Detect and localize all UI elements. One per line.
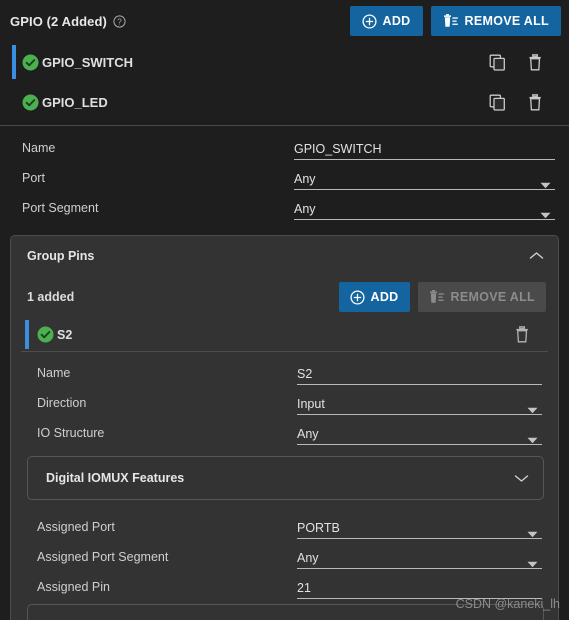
field-row-assigned-pin: Assigned Pin 21 <box>11 572 558 602</box>
field-row-io-structure: IO Structure Any <box>11 418 558 448</box>
field-label: Assigned Port Segment <box>37 550 169 564</box>
direction-select[interactable]: Input <box>297 392 542 415</box>
assigned-pin-input[interactable]: 21 <box>297 576 542 599</box>
port-select[interactable]: Any <box>294 167 555 190</box>
trash-list-icon <box>443 13 459 29</box>
panel-header: GPIO (2 Added) ? ADD REMOVE ALL <box>0 0 569 42</box>
field-row-port: Port Any <box>0 163 569 193</box>
group-pins-add-label: ADD <box>370 290 399 304</box>
plus-circle-icon <box>361 13 377 29</box>
group-pins-remove-all-label: REMOVE ALL <box>450 290 535 304</box>
gpio-configuration-panel: GPIO (2 Added) ? ADD REMOVE ALL GPIO_SWI… <box>0 0 569 620</box>
trash-icon[interactable] <box>526 93 545 112</box>
field-value: Any <box>294 171 316 186</box>
field-value: Any <box>294 201 316 216</box>
field-label: Name <box>37 366 71 380</box>
group-pins-header[interactable]: Group Pins <box>11 236 558 276</box>
trash-list-icon <box>429 289 445 305</box>
gpio-properties-form: Name GPIO_SWITCH Port Any Port Segment A… <box>0 126 569 229</box>
help-circle-icon[interactable]: ? <box>113 14 126 28</box>
list-item[interactable]: GPIO_LED <box>0 82 569 122</box>
group-pins-body: 1 added ADD REMOVE ALL S2 Name S2 Direct… <box>11 276 558 620</box>
pin-properties-form: Name S2 Direction Input IO Structure Any <box>11 352 558 450</box>
gpio-item-list: GPIO_SWITCH GPIO_LED <box>0 42 569 125</box>
list-item[interactable]: GPIO_SWITCH <box>0 42 569 82</box>
field-label: Assigned Port <box>37 520 115 534</box>
field-row-pin-name: Name S2 <box>11 358 558 388</box>
group-pins-panel: Group Pins 1 added ADD REMOVE ALL S2 Nam… <box>10 235 559 620</box>
digital-iomux-features-panel: Digital IOMUX Features <box>27 456 544 500</box>
group-pins-toolbar: 1 added ADD REMOVE ALL <box>11 276 558 318</box>
group-pins-remove-all-button[interactable]: REMOVE ALL <box>417 282 546 312</box>
copy-icon[interactable] <box>488 93 507 112</box>
trash-icon[interactable] <box>513 325 532 344</box>
field-label: Direction <box>37 396 87 410</box>
pin-list-item-label: S2 <box>57 327 73 342</box>
field-value: S2 <box>297 366 313 381</box>
port-segment-select[interactable]: Any <box>294 197 555 220</box>
selection-indicator <box>12 45 16 79</box>
remove-all-button[interactable]: REMOVE ALL <box>430 6 561 36</box>
field-row-assigned-port: Assigned Port PORTB <box>11 512 558 542</box>
added-count-label: 1 added <box>27 290 75 304</box>
field-value: GPIO_SWITCH <box>294 141 382 156</box>
pin-row-actions <box>513 325 546 344</box>
chevron-down-icon <box>527 525 538 537</box>
chevron-down-icon <box>527 401 538 413</box>
field-row-assigned-port-segment: Assigned Port Segment Any <box>11 542 558 572</box>
svg-text:?: ? <box>117 17 122 26</box>
field-value: 21 <box>297 580 311 595</box>
field-label: Port Segment <box>22 201 99 215</box>
check-circle-icon <box>22 54 39 71</box>
assigned-port-segment-select[interactable]: Any <box>297 546 542 569</box>
field-label: Assigned Pin <box>37 580 110 594</box>
digital-iomux-features-header[interactable]: Digital IOMUX Features <box>28 457 543 499</box>
field-row-port-segment: Port Segment Any <box>0 193 569 223</box>
selection-indicator <box>25 320 29 349</box>
chevron-down-icon[interactable] <box>513 470 529 486</box>
pin-list-item[interactable]: S2 <box>11 318 558 351</box>
list-item-label: GPIO_SWITCH <box>42 54 134 70</box>
field-value: Any <box>297 426 319 441</box>
field-label: IO Structure <box>37 426 105 440</box>
check-circle-icon <box>22 94 39 111</box>
row-actions <box>488 93 559 112</box>
group-pins-title: Group Pins <box>27 249 95 263</box>
trash-icon[interactable] <box>526 53 545 72</box>
list-item-label: GPIO_LED <box>42 94 108 110</box>
pin-name-input[interactable]: S2 <box>297 362 542 385</box>
chevron-down-icon <box>540 176 551 188</box>
field-label: Name <box>22 141 56 155</box>
add-button[interactable]: ADD <box>349 6 423 36</box>
plus-circle-icon <box>349 289 365 305</box>
group-pins-actions: ADD REMOVE ALL <box>338 282 546 312</box>
header-actions: ADD REMOVE ALL <box>349 6 561 36</box>
chevron-up-icon[interactable] <box>528 248 544 264</box>
page-title: GPIO (2 Added) <box>10 13 107 29</box>
field-value: Input <box>297 396 325 411</box>
chevron-down-icon <box>527 555 538 567</box>
next-panel-stub <box>27 604 544 620</box>
name-input[interactable]: GPIO_SWITCH <box>294 137 555 160</box>
assigned-port-select[interactable]: PORTB <box>297 516 542 539</box>
field-row-direction: Direction Input <box>11 388 558 418</box>
field-value: Any <box>297 550 319 565</box>
group-pins-add-button[interactable]: ADD <box>338 282 410 312</box>
field-label: Port <box>22 171 45 185</box>
copy-icon[interactable] <box>488 53 507 72</box>
assigned-properties-form: Assigned Port PORTB Assigned Port Segmen… <box>11 506 558 604</box>
io-structure-select[interactable]: Any <box>297 422 542 445</box>
remove-all-button-label: REMOVE ALL <box>464 14 549 28</box>
chevron-down-icon <box>527 431 538 443</box>
add-button-label: ADD <box>382 14 411 28</box>
check-circle-icon <box>37 326 54 343</box>
chevron-down-icon <box>540 206 551 218</box>
digital-iomux-features-title: Digital IOMUX Features <box>46 471 185 485</box>
field-row-name: Name GPIO_SWITCH <box>0 133 569 163</box>
field-value: PORTB <box>297 520 340 535</box>
row-actions <box>488 53 559 72</box>
